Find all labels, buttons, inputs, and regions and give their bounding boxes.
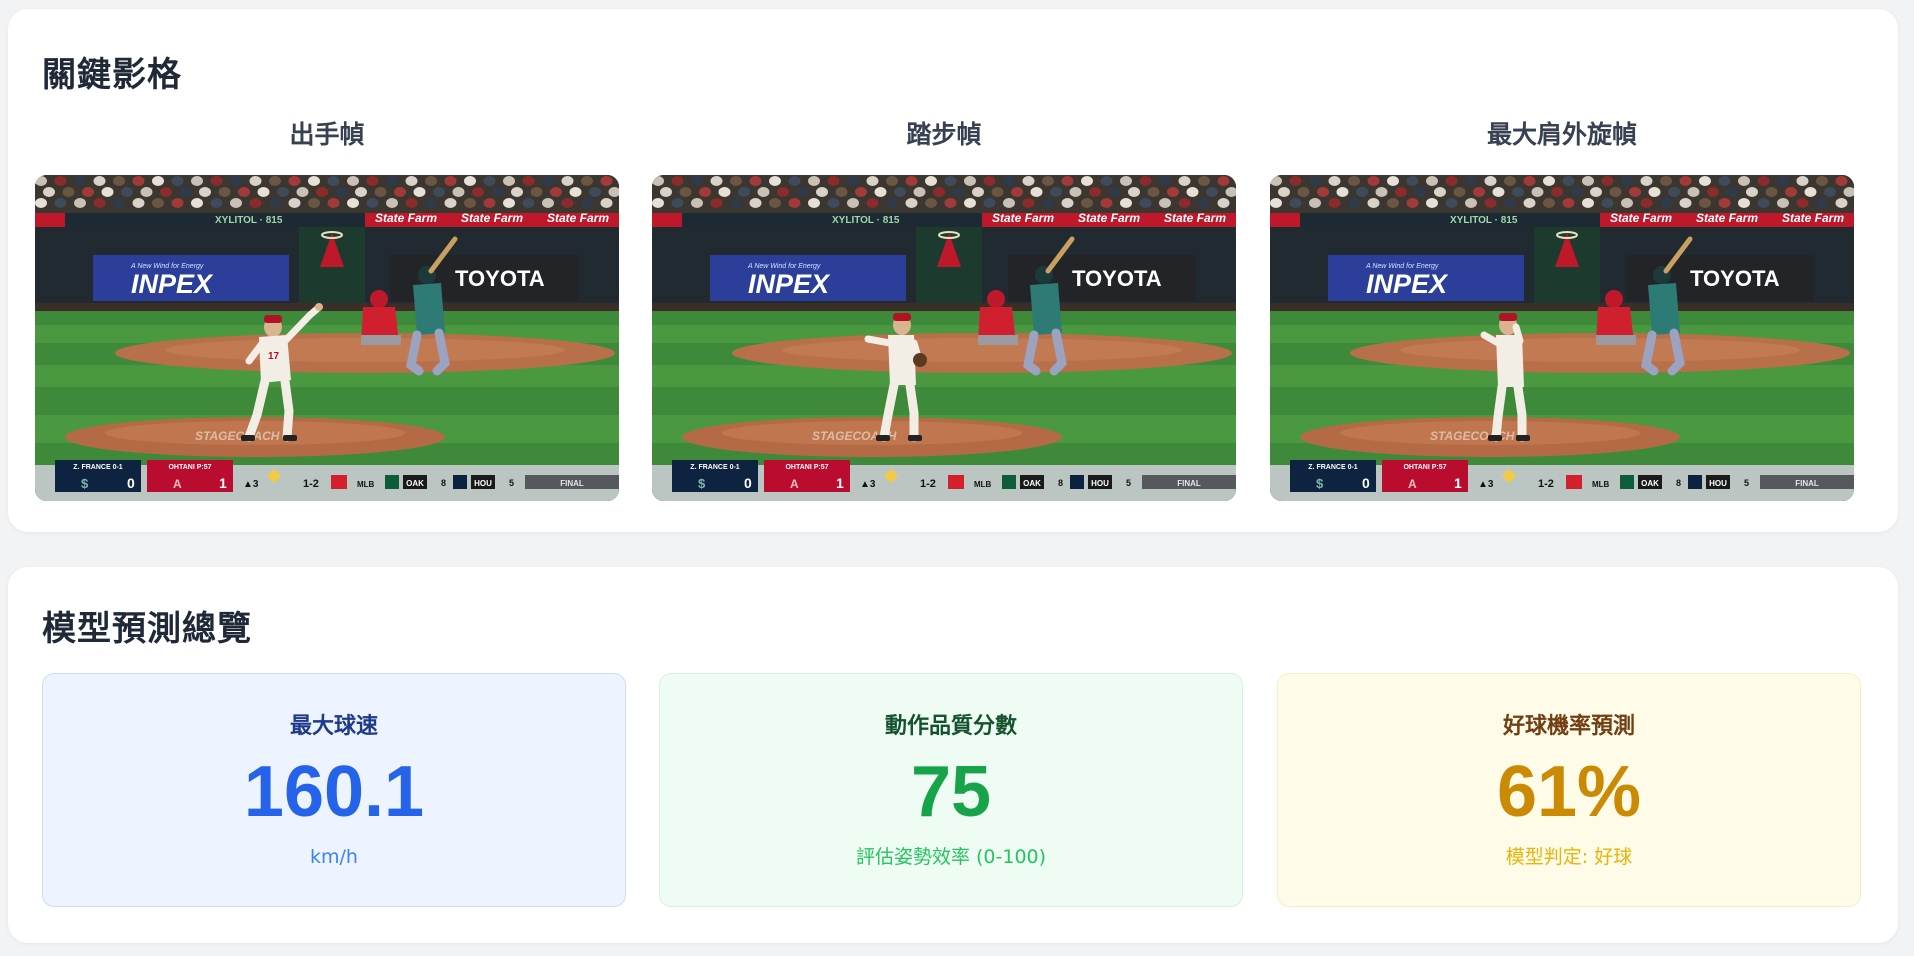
svg-text:INPEX: INPEX: [748, 269, 831, 299]
release-frame-title: 出手幀: [289, 120, 365, 149]
svg-text:$: $: [81, 476, 89, 491]
svg-text:OAK: OAK: [1023, 479, 1041, 488]
svg-text:STAGECOACH: STAGECOACH: [195, 429, 280, 443]
release-frame-panel: 出手幀 State Farm State Farm State Farm XYLIT…: [35, 117, 619, 501]
svg-text:OAK: OAK: [406, 479, 424, 488]
max-velocity-value: 160.1: [243, 752, 425, 832]
svg-text:State Farm: State Farm: [375, 211, 437, 225]
predictions-title: 模型預測總覽: [42, 609, 252, 649]
svg-text:5: 5: [1744, 478, 1749, 488]
svg-text:Z. FRANCE 0-1: Z. FRANCE 0-1: [73, 464, 123, 471]
svg-text:FINAL: FINAL: [1177, 479, 1201, 488]
motion-quality-label: 動作品質分數: [884, 714, 1017, 739]
svg-text:STAGECOACH: STAGECOACH: [1430, 429, 1515, 443]
motion-quality-stat: 動作品質分數 75 評估姿勢效率 (0-100): [659, 673, 1243, 907]
max-shoulder-rotation-frame-image[interactable]: State Farm State Farm State Farm XYLITOL ·…: [1270, 175, 1854, 501]
motion-quality-value: 75: [910, 752, 992, 832]
svg-text:State Farm: State Farm: [547, 211, 609, 225]
max-velocity-label: 最大球速: [289, 714, 378, 739]
max-velocity-stat: 最大球速 160.1 km/h: [42, 673, 626, 907]
svg-text:5: 5: [1126, 478, 1131, 488]
svg-text:MLB: MLB: [974, 480, 992, 489]
svg-text:1: 1: [219, 475, 227, 491]
svg-text:17: 17: [268, 351, 280, 362]
svg-text:$: $: [1316, 476, 1324, 491]
svg-text:MLB: MLB: [357, 480, 375, 489]
svg-text:HOU: HOU: [1091, 479, 1109, 488]
stride-frame-image[interactable]: State Farm State Farm State Farm XYLITOL ·…: [652, 175, 1236, 501]
scoreboard: Z. FRANCE 0-1 $ 0 OHTANI P:57 A 1 ▲3 1-2…: [1270, 460, 1854, 501]
svg-text:HOU: HOU: [1709, 479, 1727, 488]
svg-text:0: 0: [744, 475, 752, 491]
svg-text:$: $: [698, 476, 706, 491]
svg-text:▲3: ▲3: [860, 479, 876, 490]
svg-text:State Farm: State Farm: [461, 211, 523, 225]
svg-text:A: A: [173, 477, 182, 491]
svg-text:XYLITOL · 815: XYLITOL · 815: [215, 215, 283, 226]
svg-text:▲3: ▲3: [243, 479, 259, 490]
svg-text:TOYOTA: TOYOTA: [1072, 266, 1162, 291]
svg-text:8: 8: [1676, 478, 1681, 488]
svg-text:0: 0: [1362, 475, 1370, 491]
svg-text:8: 8: [1058, 478, 1063, 488]
svg-text:XYLITOL · 815: XYLITOL · 815: [1450, 215, 1518, 226]
svg-text:State Farm: State Farm: [1078, 211, 1140, 225]
strike-probability-label: 好球機率預測: [1502, 714, 1635, 739]
svg-text:▲3: ▲3: [1478, 479, 1494, 490]
svg-text:OHTANI P:57: OHTANI P:57: [168, 464, 211, 471]
svg-text:XYLITOL · 815: XYLITOL · 815: [832, 215, 900, 226]
stride-frame-title: 踏步幀: [906, 120, 982, 149]
strike-probability-value: 61%: [1496, 752, 1642, 832]
scoreboard: Z. FRANCE 0-1 $ 0 OHTANI P:57 A 1 ▲3 1-2…: [35, 460, 619, 501]
svg-text:5: 5: [509, 478, 514, 488]
key-frames-card: 關鍵影格 出手幀 State Farm State Farm State Farm …: [8, 9, 1898, 532]
svg-text:State Farm: State Farm: [1610, 211, 1672, 225]
strike-probability-stat: 好球機率預測 61% 模型判定: 好球: [1277, 673, 1861, 907]
svg-text:8: 8: [441, 478, 446, 488]
svg-text:A: A: [790, 477, 799, 491]
stride-frame-panel: 踏步幀 State Farm State Farm State Farm XYLIT…: [652, 117, 1236, 501]
svg-text:State Farm: State Farm: [1696, 211, 1758, 225]
predictions-card: 模型預測總覽 最大球速 160.1 km/h 動作品質分數 75 評估姿勢效率 …: [8, 567, 1898, 943]
svg-text:Z. FRANCE 0-1: Z. FRANCE 0-1: [1308, 464, 1358, 471]
svg-text:TOYOTA: TOYOTA: [455, 266, 545, 291]
svg-text:Z. FRANCE 0-1: Z. FRANCE 0-1: [690, 464, 740, 471]
svg-text:State Farm: State Farm: [1782, 211, 1844, 225]
svg-text:INPEX: INPEX: [131, 269, 214, 299]
svg-text:OAK: OAK: [1641, 479, 1659, 488]
svg-text:State Farm: State Farm: [992, 211, 1054, 225]
strike-probability-verdict: 模型判定: 好球: [1505, 846, 1633, 868]
max-shoulder-rotation-frame-panel: 最大肩外旋幀 State Farm State Farm State Farm XY…: [1270, 117, 1854, 501]
svg-text:FINAL: FINAL: [1795, 479, 1819, 488]
svg-text:State Farm: State Farm: [1164, 211, 1226, 225]
motion-quality-description: 評估姿勢效率 (0-100): [855, 846, 1047, 868]
svg-text:INPEX: INPEX: [1366, 269, 1449, 299]
svg-text:OHTANI P:57: OHTANI P:57: [785, 464, 828, 471]
svg-text:FINAL: FINAL: [560, 479, 584, 488]
svg-text:1-2: 1-2: [920, 478, 936, 490]
svg-text:1-2: 1-2: [1538, 478, 1554, 490]
scoreboard: Z. FRANCE 0-1 $ 0 OHTANI P:57 A 1 ▲3 1-2…: [652, 460, 1236, 501]
release-frame-image[interactable]: State Farm State Farm State Farm XYLITOL ·…: [35, 175, 619, 501]
svg-text:1-2: 1-2: [303, 478, 319, 490]
svg-text:1: 1: [1454, 475, 1462, 491]
svg-text:0: 0: [127, 475, 135, 491]
svg-text:OHTANI P:57: OHTANI P:57: [1403, 464, 1446, 471]
svg-text:HOU: HOU: [474, 479, 492, 488]
svg-text:1: 1: [836, 475, 844, 491]
key-frames-title: 關鍵影格: [42, 55, 182, 95]
max-velocity-unit: km/h: [310, 846, 358, 868]
svg-text:TOYOTA: TOYOTA: [1690, 266, 1780, 291]
svg-text:MLB: MLB: [1592, 480, 1610, 489]
svg-text:A: A: [1408, 477, 1417, 491]
max-shoulder-rotation-frame-title: 最大肩外旋幀: [1486, 120, 1637, 149]
